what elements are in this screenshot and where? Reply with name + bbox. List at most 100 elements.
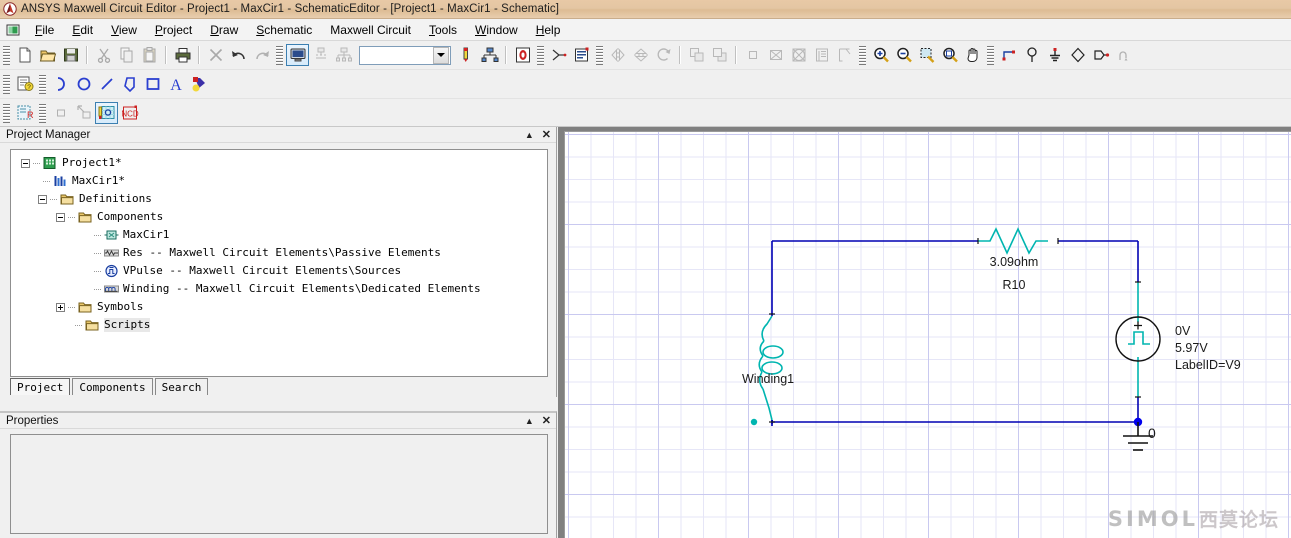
new-document-icon[interactable] bbox=[13, 44, 36, 66]
tree-item-definitions[interactable]: Definitions bbox=[17, 190, 547, 208]
print-icon[interactable] bbox=[171, 44, 194, 66]
menu-tools[interactable]: Tools bbox=[420, 21, 466, 39]
edit-symbol-icon[interactable]: R bbox=[13, 102, 36, 124]
tree-item-components[interactable]: Components bbox=[17, 208, 547, 226]
measure-probe-icon[interactable] bbox=[455, 44, 478, 66]
analyze-icon[interactable] bbox=[309, 44, 332, 66]
page-connector-icon[interactable] bbox=[1112, 44, 1135, 66]
tree-item-symbols[interactable]: Symbols bbox=[17, 298, 547, 316]
component-help-icon[interactable]: ? bbox=[13, 73, 36, 95]
send-to-back-icon[interactable] bbox=[708, 44, 731, 66]
delete-x-icon[interactable] bbox=[204, 44, 227, 66]
tree-connector bbox=[94, 234, 102, 236]
tree-item-project1[interactable]: Project1* bbox=[17, 154, 547, 172]
close-icon[interactable]: ✕ bbox=[542, 415, 551, 427]
toolbar-grip[interactable] bbox=[3, 102, 10, 123]
project-tree[interactable]: Project1* MaxCir1* Definitions Component… bbox=[10, 149, 548, 377]
properties-grid[interactable] bbox=[10, 434, 548, 534]
tree-item-maxcir1-design[interactable]: MaxCir1* bbox=[17, 172, 547, 190]
toolbar-grip[interactable] bbox=[596, 45, 603, 65]
place-port-icon[interactable] bbox=[1020, 44, 1043, 66]
paste-icon[interactable] bbox=[138, 44, 161, 66]
menu-view[interactable]: View bbox=[102, 21, 146, 39]
tab-search[interactable]: Search bbox=[154, 378, 209, 395]
place-ground-icon[interactable] bbox=[1043, 44, 1066, 66]
select-object-icon[interactable] bbox=[741, 44, 764, 66]
fit-selection-icon[interactable] bbox=[915, 44, 938, 66]
place-pin-icon[interactable] bbox=[1089, 44, 1112, 66]
toolbar-grip[interactable] bbox=[3, 45, 10, 65]
expander-minus-icon[interactable] bbox=[21, 158, 30, 168]
toolbar-grip[interactable] bbox=[3, 74, 10, 94]
toolbar-grip[interactable] bbox=[859, 45, 866, 65]
ansys-help-icon[interactable] bbox=[511, 44, 534, 66]
toolbar-grip[interactable] bbox=[537, 45, 544, 65]
save-icon[interactable] bbox=[59, 44, 82, 66]
menu-file[interactable]: File bbox=[26, 21, 63, 39]
toolbar-grip[interactable] bbox=[39, 102, 46, 123]
toolbar-grip[interactable] bbox=[276, 45, 283, 65]
design-selector-combo[interactable] bbox=[359, 45, 451, 65]
mirror-vertical-icon[interactable] bbox=[629, 44, 652, 66]
menu-window[interactable]: Window bbox=[466, 21, 527, 39]
menu-project[interactable]: Project bbox=[146, 21, 201, 39]
symbol-pin-icon[interactable] bbox=[95, 101, 118, 124]
menu-help[interactable]: Help bbox=[527, 21, 570, 39]
pan-hand-icon[interactable] bbox=[961, 44, 984, 66]
schematic-canvas[interactable]: 3.09ohm R10 Winding1 0V 5.97V LabelID=V9… bbox=[564, 131, 1291, 538]
symbol-label-icon[interactable]: NCD bbox=[118, 102, 141, 124]
draw-polygon-icon[interactable] bbox=[118, 73, 141, 95]
deselect-icon[interactable] bbox=[764, 44, 787, 66]
redo-icon[interactable] bbox=[250, 44, 273, 66]
copy-icon[interactable] bbox=[115, 44, 138, 66]
zoom-in-icon[interactable] bbox=[869, 44, 892, 66]
toolbar-grip[interactable] bbox=[987, 45, 994, 65]
collapse-icon[interactable]: ▲ bbox=[525, 130, 534, 140]
rotate-icon[interactable] bbox=[652, 44, 675, 66]
tree-item-scripts[interactable]: Scripts bbox=[17, 316, 547, 334]
network-icon[interactable] bbox=[478, 44, 501, 66]
draw-text-icon[interactable]: A bbox=[164, 73, 187, 95]
toolbar-grip[interactable] bbox=[39, 74, 46, 94]
collapse-icon[interactable]: ▲ bbox=[525, 416, 534, 426]
list-icon[interactable] bbox=[810, 44, 833, 66]
menu-draw[interactable]: Draw bbox=[201, 21, 247, 39]
expander-plus-icon[interactable] bbox=[56, 302, 65, 312]
resize-symbol-icon[interactable] bbox=[72, 102, 95, 124]
tab-components[interactable]: Components bbox=[72, 378, 153, 395]
distribute-icon[interactable] bbox=[332, 44, 355, 66]
expander-minus-icon[interactable] bbox=[56, 212, 65, 222]
corner-icon[interactable] bbox=[833, 44, 856, 66]
mirror-horizontal-icon[interactable] bbox=[606, 44, 629, 66]
tree-item-winding[interactable]: Winding -- Maxwell Circuit Elements\Dedi… bbox=[17, 280, 547, 298]
chevron-down-icon[interactable] bbox=[433, 46, 449, 64]
cut-wire-icon[interactable] bbox=[547, 44, 570, 66]
zoom-out-icon[interactable] bbox=[892, 44, 915, 66]
validate-monitor-icon[interactable] bbox=[286, 44, 309, 66]
draw-wire-icon[interactable] bbox=[997, 44, 1020, 66]
bring-to-front-icon[interactable] bbox=[685, 44, 708, 66]
tree-item-res[interactable]: Res -- Maxwell Circuit Elements\Passive … bbox=[17, 244, 547, 262]
draw-line-icon[interactable] bbox=[95, 73, 118, 95]
draw-circle-icon[interactable] bbox=[72, 73, 95, 95]
tree-item-maxcir1-component[interactable]: MaxCir1 bbox=[17, 226, 547, 244]
undo-icon[interactable] bbox=[227, 44, 250, 66]
menu-maxwell-circuit[interactable]: Maxwell Circuit bbox=[321, 21, 420, 39]
menu-schematic[interactable]: Schematic bbox=[247, 21, 321, 39]
menu-edit[interactable]: Edit bbox=[63, 21, 102, 39]
select-all-icon[interactable] bbox=[787, 44, 810, 66]
tab-project[interactable]: Project bbox=[10, 378, 71, 395]
edit-properties-icon[interactable] bbox=[570, 44, 593, 66]
fit-all-icon[interactable] bbox=[938, 44, 961, 66]
open-folder-icon[interactable] bbox=[36, 44, 59, 66]
symbol-box-icon[interactable] bbox=[49, 102, 72, 124]
draw-arc-icon[interactable] bbox=[49, 73, 72, 95]
fill-color-icon[interactable] bbox=[187, 73, 210, 95]
cut-scissors-icon[interactable] bbox=[92, 44, 115, 66]
place-node-icon[interactable] bbox=[1066, 44, 1089, 66]
expander-minus-icon[interactable] bbox=[38, 194, 47, 204]
tree-item-vpulse[interactable]: VPulse -- Maxwell Circuit Elements\Sourc… bbox=[17, 262, 547, 280]
draw-rectangle-icon[interactable] bbox=[141, 73, 164, 95]
close-icon[interactable]: ✕ bbox=[542, 129, 551, 141]
system-menu-icon[interactable] bbox=[6, 23, 20, 37]
